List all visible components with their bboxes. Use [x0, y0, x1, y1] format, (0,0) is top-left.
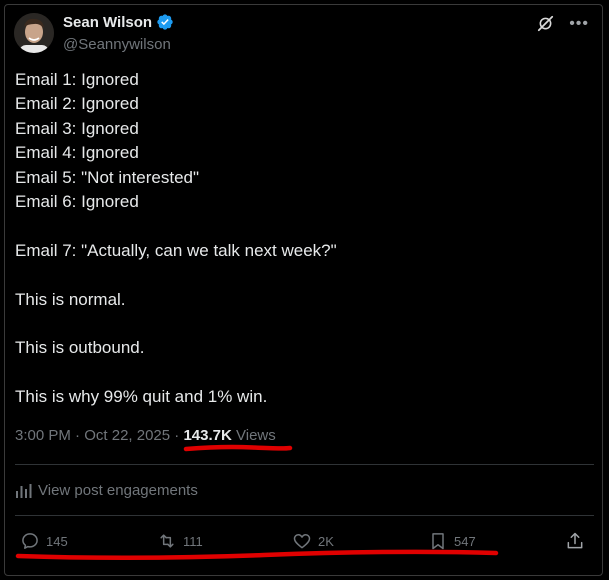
- views-count[interactable]: 143.7K: [183, 427, 231, 444]
- avatar[interactable]: [14, 13, 54, 53]
- tweet-line: Email 3: Ignored: [15, 118, 139, 138]
- like-count: 2K: [318, 533, 334, 549]
- verified-badge-icon: [157, 14, 173, 30]
- author-name[interactable]: Sean Wilson: [63, 14, 152, 31]
- tweet-meta: 3:00 PM · Oct 22, 2025 · 143.7K Views: [15, 427, 276, 444]
- profile-photo-avatar-icon: [14, 13, 54, 53]
- share-icon: [567, 532, 583, 549]
- meta-separator: ·: [170, 427, 184, 444]
- tweet-line: This is normal.: [15, 289, 126, 309]
- tweet-line: This is why 99% quit and 1% win.: [15, 387, 268, 407]
- bar-chart-icon: [16, 483, 32, 498]
- tweet-line: Email 2: Ignored: [15, 94, 139, 114]
- tweet-line: This is outbound.: [15, 338, 145, 358]
- tweet-line: Email 1: Ignored: [15, 70, 139, 89]
- header-icons: •••: [536, 14, 589, 33]
- author-name-row[interactable]: Sean Wilson: [63, 13, 174, 31]
- more-icon[interactable]: •••: [569, 15, 589, 33]
- reply-count: 145: [46, 533, 68, 549]
- tweet-line: Email 4: Ignored: [15, 143, 139, 163]
- views-label[interactable]: Views: [232, 427, 276, 444]
- divider: [15, 515, 594, 516]
- red-annotation-underline: [15, 549, 499, 561]
- tweet-date[interactable]: Oct 22, 2025: [84, 427, 170, 444]
- grok-icon[interactable]: [536, 14, 555, 33]
- tweet-text: Email 1: Ignored Email 2: Ignored Email …: [15, 68, 337, 409]
- tweet-line: Email 7: "Actually, can we talk next wee…: [15, 240, 337, 260]
- tweet-line: Email 5: "Not interested": [15, 167, 200, 187]
- red-annotation-underline: [183, 444, 293, 452]
- view-engagements-link[interactable]: View post engagements: [15, 482, 198, 499]
- tweet-time[interactable]: 3:00 PM: [15, 427, 71, 444]
- share-button[interactable]: [565, 531, 591, 551]
- view-engagements-label[interactable]: View post engagements: [38, 482, 198, 499]
- bookmark-count: 547: [454, 533, 476, 549]
- tweet-line: Email 6: Ignored: [15, 191, 139, 211]
- divider: [15, 464, 594, 465]
- author-handle[interactable]: @Seannywilson: [63, 36, 171, 53]
- meta-separator: ·: [70, 427, 85, 444]
- repost-count: 111: [183, 533, 203, 549]
